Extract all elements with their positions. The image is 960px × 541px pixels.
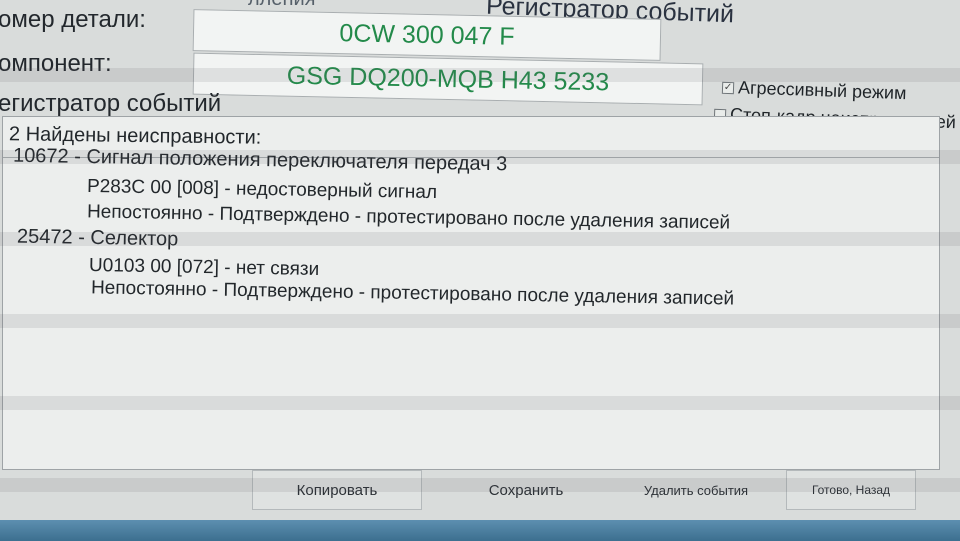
aggressive-mode-option[interactable]: ✓ Агрессивный режим (721, 77, 907, 104)
part-number-label: омер детали: (0, 6, 146, 33)
button-bar: Копировать Сохранить Удалить события Гот… (0, 470, 960, 520)
taskbar (0, 520, 960, 541)
window-title-fragment: лления (248, 0, 316, 11)
save-button[interactable]: Сохранить (440, 470, 612, 510)
fault-entry-1: 10672 - Сигнал положения переключателя п… (12, 144, 508, 176)
delete-events-button[interactable]: Удалить события (612, 470, 780, 510)
fault-status-1: Непостоянно - Подтверждено - протестиров… (86, 201, 731, 234)
log-section-label: егистратор событий (0, 90, 222, 117)
copy-button[interactable]: Копировать (252, 470, 422, 510)
fault-entry-2: 25472 - Селектор (16, 225, 179, 251)
component-label: омпонент: (0, 50, 112, 77)
component-field: GSG DQ200-MQB H43 5233 (192, 52, 704, 106)
fault-code-1: P283C 00 [008] - недостоверный сигнал (86, 175, 438, 204)
aggressive-mode-label: Агрессивный режим (737, 77, 907, 104)
fault-log-panel[interactable]: 2 Найдены неисправности: 10672 - Сигнал … (2, 116, 940, 470)
fault-status-2: Непостоянно - Подтверждено - протестиров… (90, 277, 735, 310)
aggressive-mode-checkbox[interactable]: ✓ (721, 81, 735, 94)
fault-log-window: лления Регистратор событий омер детали: … (0, 0, 960, 541)
done-back-button[interactable]: Готово, Назад (786, 470, 916, 510)
